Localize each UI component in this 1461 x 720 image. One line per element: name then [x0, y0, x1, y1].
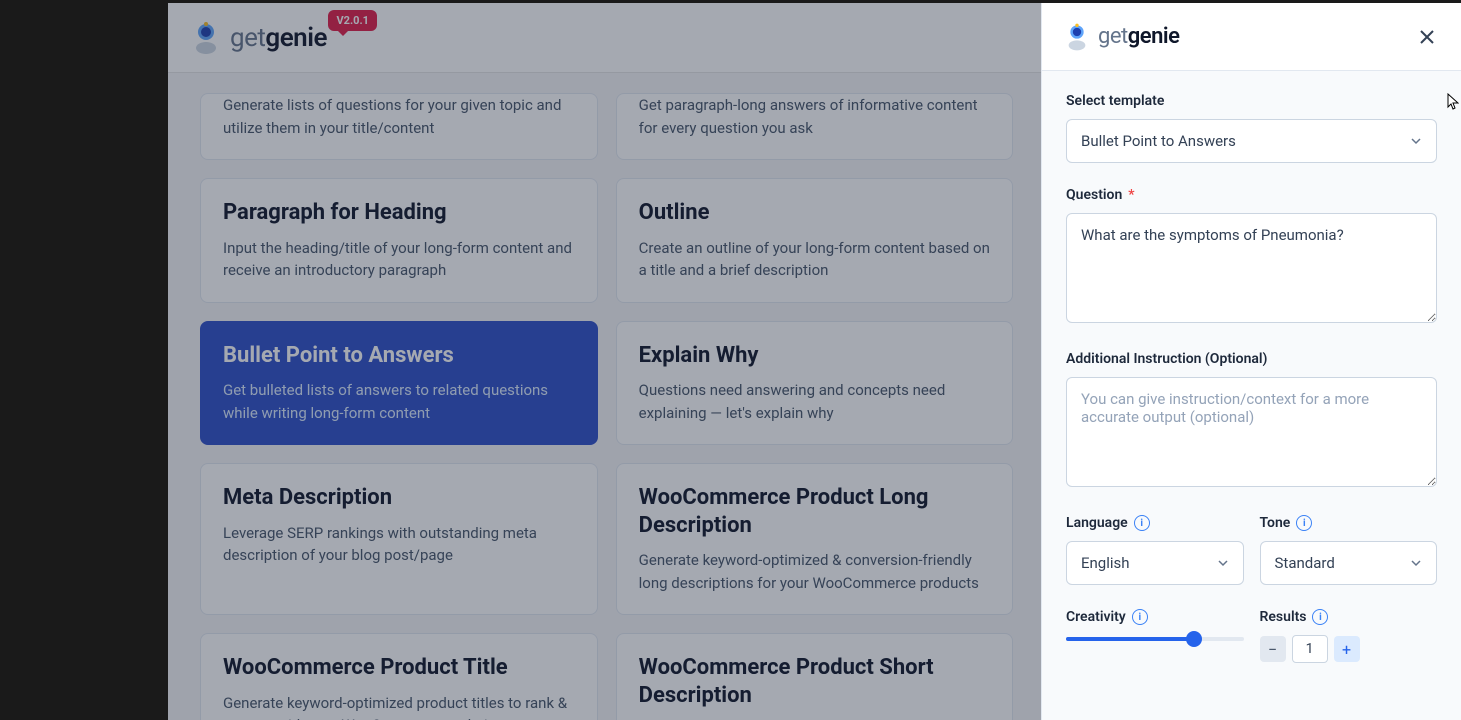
template-card[interactable]: Generate lists of questions for your giv…: [200, 93, 598, 160]
chevron-down-icon: [1217, 557, 1229, 569]
slider-fill: [1066, 637, 1194, 641]
chevron-down-icon: [1410, 557, 1422, 569]
language-label: Language i: [1066, 515, 1244, 531]
creativity-slider[interactable]: [1066, 637, 1244, 641]
settings-panel: getgenie Select template Bullet Point to…: [1041, 3, 1461, 720]
decrement-button[interactable]: −: [1260, 636, 1286, 662]
question-input[interactable]: [1066, 213, 1437, 323]
panel-brand-logo: getgenie: [1062, 22, 1179, 52]
template-card-explain-why[interactable]: Explain Why Questions need answering and…: [616, 321, 1014, 446]
template-card-woo-long-desc[interactable]: WooCommerce Product Long Description Gen…: [616, 463, 1014, 615]
brand-logo: getgenie V2.0.1: [188, 20, 327, 56]
template-card-woo-title[interactable]: WooCommerce Product Title Generate keywo…: [200, 633, 598, 720]
template-card-bullet-point[interactable]: Bullet Point to Answers Get bulleted lis…: [200, 321, 598, 446]
brand-name: getgenie: [230, 23, 327, 53]
additional-input[interactable]: [1066, 377, 1437, 487]
close-icon: [1419, 29, 1435, 45]
info-icon[interactable]: i: [1134, 515, 1150, 531]
question-label: Question*: [1066, 187, 1437, 203]
tone-label: Tone i: [1260, 515, 1438, 531]
version-badge: V2.0.1: [328, 10, 377, 31]
template-card-paragraph-heading[interactable]: Paragraph for Heading Input the heading/…: [200, 178, 598, 303]
panel-header: getgenie: [1042, 3, 1461, 71]
info-icon[interactable]: i: [1132, 609, 1148, 625]
template-card-meta-description[interactable]: Meta Description Leverage SERP rankings …: [200, 463, 598, 615]
info-icon[interactable]: i: [1296, 515, 1312, 531]
tone-selected-value: Standard: [1275, 554, 1335, 572]
info-icon[interactable]: i: [1312, 609, 1328, 625]
template-selected-value: Bullet Point to Answers: [1081, 132, 1236, 150]
results-input[interactable]: [1292, 635, 1328, 663]
genie-icon: [1062, 22, 1092, 52]
panel-brand-name: getgenie: [1098, 24, 1179, 49]
results-label: Results i: [1260, 609, 1438, 625]
increment-button[interactable]: +: [1334, 636, 1360, 662]
language-select[interactable]: English: [1066, 541, 1244, 585]
cursor-icon: [1447, 93, 1459, 111]
slider-thumb[interactable]: [1186, 631, 1202, 647]
panel-body: Select template Bullet Point to Answers …: [1042, 71, 1461, 720]
template-card-woo-short-desc[interactable]: WooCommerce Product Short Description Ge…: [616, 633, 1014, 720]
template-card[interactable]: Get paragraph-long answers of informativ…: [616, 93, 1014, 160]
additional-label: Additional Instruction (Optional): [1066, 351, 1437, 367]
template-card-outline[interactable]: Outline Create an outline of your long-f…: [616, 178, 1014, 303]
language-selected-value: English: [1081, 554, 1130, 572]
genie-icon: [188, 20, 224, 56]
creativity-label: Creativity i: [1066, 609, 1244, 625]
results-stepper: − +: [1260, 635, 1438, 663]
tone-select[interactable]: Standard: [1260, 541, 1438, 585]
chevron-down-icon: [1410, 135, 1422, 147]
template-label: Select template: [1066, 93, 1437, 109]
close-button[interactable]: [1413, 23, 1441, 51]
template-select[interactable]: Bullet Point to Answers: [1066, 119, 1437, 163]
